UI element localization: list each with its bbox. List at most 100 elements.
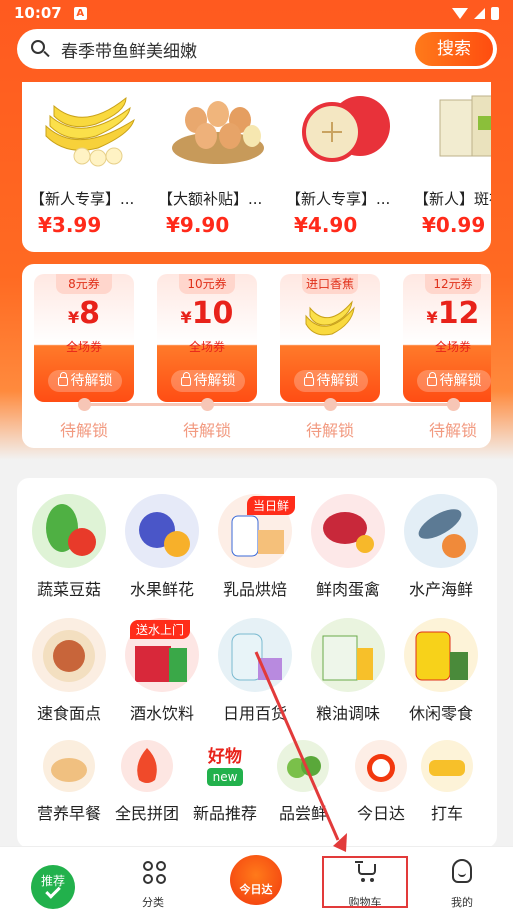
vegetable-icon: [32, 494, 106, 568]
category-instant-food[interactable]: 速食面点: [23, 618, 115, 724]
wifi-icon: [452, 7, 468, 19]
category-vegetable[interactable]: 蔬菜豆菇: [23, 494, 115, 600]
progress-dot: [201, 398, 214, 411]
coupon-scope: 全场券: [65, 340, 102, 354]
tissue-image: [439, 95, 491, 157]
taxi-icon: [421, 740, 473, 792]
progress-dot: [324, 398, 337, 411]
category-grid-icon: [143, 861, 167, 885]
category-snack[interactable]: 休闲零食: [395, 618, 487, 724]
eggs-image: [172, 101, 264, 164]
search-bar[interactable]: 春季带鱼鲜美细嫩 搜索: [17, 29, 497, 69]
lock-icon: [426, 372, 437, 386]
category-label: 水果鲜花: [129, 580, 194, 599]
category-label: 粮油调味: [315, 704, 380, 723]
category-daily-goods[interactable]: 日用百货: [209, 618, 301, 724]
coupon-tag: 10元券: [179, 274, 235, 294]
search-button[interactable]: 搜索: [415, 32, 493, 66]
cart-highlight-box: [322, 856, 408, 908]
today-delivery-icon: [355, 740, 407, 792]
lock-icon: [57, 372, 68, 386]
progress-dot: [78, 398, 91, 411]
daily-goods-icon: [218, 618, 292, 692]
coupon-item[interactable]: 进口香蕉 待解锁: [280, 274, 380, 406]
dumpling-icon: [32, 618, 106, 692]
fruit-icon: [125, 494, 199, 568]
rice-oil-icon: [311, 618, 385, 692]
progress-dot: [447, 398, 460, 411]
coupon-item[interactable]: 10元券 ¥10 全场券 待解锁: [157, 274, 257, 406]
coupon-amount: ¥12: [426, 296, 480, 331]
category-label: 乳品烘焙: [222, 580, 287, 599]
category-label: 水产海鲜: [408, 580, 473, 599]
coupon-item[interactable]: 12元券 ¥12 全场券 待解锁: [403, 274, 491, 406]
category-meat[interactable]: 鲜肉蛋禽: [302, 494, 394, 600]
progress-label: 待解锁: [182, 421, 231, 440]
product-price: ¥3.99: [38, 213, 102, 237]
meat-icon: [311, 494, 385, 568]
seafood-icon: [404, 494, 478, 568]
category-label: 鲜肉蛋禽: [315, 580, 380, 599]
product-name: 【大额补贴】...: [158, 190, 263, 208]
category-label: 日用百货: [222, 704, 287, 723]
coupon-amount: ¥8: [67, 296, 100, 331]
nav-today[interactable]: 今日达: [230, 855, 282, 905]
coupon-tag: 8元券: [56, 274, 112, 294]
coupon-panel: 8元券 ¥8 全场券 待解锁 10元券 ¥10 全场券 待解锁 进口香蕉 待解锁…: [22, 264, 491, 448]
banana-image: [45, 96, 135, 167]
breakfast-icon: [43, 740, 95, 792]
status-time: 10:07: [14, 4, 62, 22]
product-name: 【新人专享】...: [286, 190, 391, 208]
progress-track: [82, 403, 452, 406]
lock-icon: [180, 372, 191, 386]
taste-icon: [277, 740, 329, 792]
apple-image: [302, 96, 390, 162]
profile-icon: [452, 859, 472, 883]
category-label: 速食面点: [36, 704, 101, 723]
banana-image: [305, 300, 355, 336]
product-name: 【新人专享】...: [30, 190, 135, 208]
category-fruit[interactable]: 水果鲜花: [116, 494, 208, 600]
status-bar: 10:07 A: [0, 0, 513, 26]
category-rice-oil[interactable]: 粮油调味: [302, 618, 394, 724]
delivery-badge: 送水上门: [130, 620, 191, 639]
coupon-tag: 进口香蕉: [302, 274, 358, 294]
unlock-button[interactable]: 待解锁: [48, 370, 122, 392]
product-price: ¥9.90: [166, 213, 230, 237]
coupon-tag: 12元券: [425, 274, 481, 294]
product-strip: 【新人专享】... ¥3.99 【大额补贴】... ¥9.90 【新人专享】..…: [22, 82, 491, 252]
signal-icon: [474, 7, 485, 19]
battery-icon: [491, 6, 499, 20]
unlock-button[interactable]: 待解锁: [417, 370, 491, 392]
unlock-button[interactable]: 待解锁: [171, 370, 245, 392]
nav-me[interactable]: 我的: [412, 847, 512, 912]
category-grid: 蔬菜豆菇 水果鲜花 当日鲜 乳品烘焙 鲜肉蛋禽 水产海鲜 速食面点 送水上门 酒…: [17, 478, 497, 848]
app-notification-icon: A: [73, 6, 87, 20]
coupon-scope: 全场券: [188, 340, 225, 354]
category-label: 酒水饮料: [129, 704, 194, 723]
category-label: 休闲零食: [408, 704, 473, 723]
recommend-icon: 推荐: [31, 865, 75, 909]
snack-icon: [404, 618, 478, 692]
product-price: ¥0.99: [422, 213, 486, 237]
nav-recommend[interactable]: 推荐: [0, 847, 100, 912]
coupon-amount: ¥10: [180, 296, 234, 331]
lock-icon: [303, 372, 314, 386]
new-product-icon: 好物 new: [199, 740, 251, 792]
fresh-badge: 当日鲜: [247, 496, 296, 515]
progress-label: 待解锁: [59, 421, 108, 440]
quick-link-taxi[interactable]: 打车: [407, 740, 487, 824]
nav-category[interactable]: 分类: [103, 847, 203, 912]
search-icon: [31, 40, 50, 58]
quick-link-label: 打车: [430, 804, 463, 823]
category-seafood[interactable]: 水产海鲜: [395, 494, 487, 600]
category-dairy[interactable]: 当日鲜 乳品烘焙: [209, 494, 301, 600]
group-buy-icon: [121, 740, 173, 792]
bottom-nav: 推荐 分类 今日达 购物车 我的: [0, 846, 513, 912]
category-drinks[interactable]: 送水上门 酒水饮料: [116, 618, 208, 724]
unlock-button[interactable]: 待解锁: [294, 370, 368, 392]
search-input[interactable]: 春季带鱼鲜美细嫩: [61, 37, 197, 62]
coupon-scope: 全场券: [434, 340, 471, 354]
progress-label: 待解锁: [428, 421, 477, 440]
coupon-item[interactable]: 8元券 ¥8 全场券 待解锁: [34, 274, 134, 406]
